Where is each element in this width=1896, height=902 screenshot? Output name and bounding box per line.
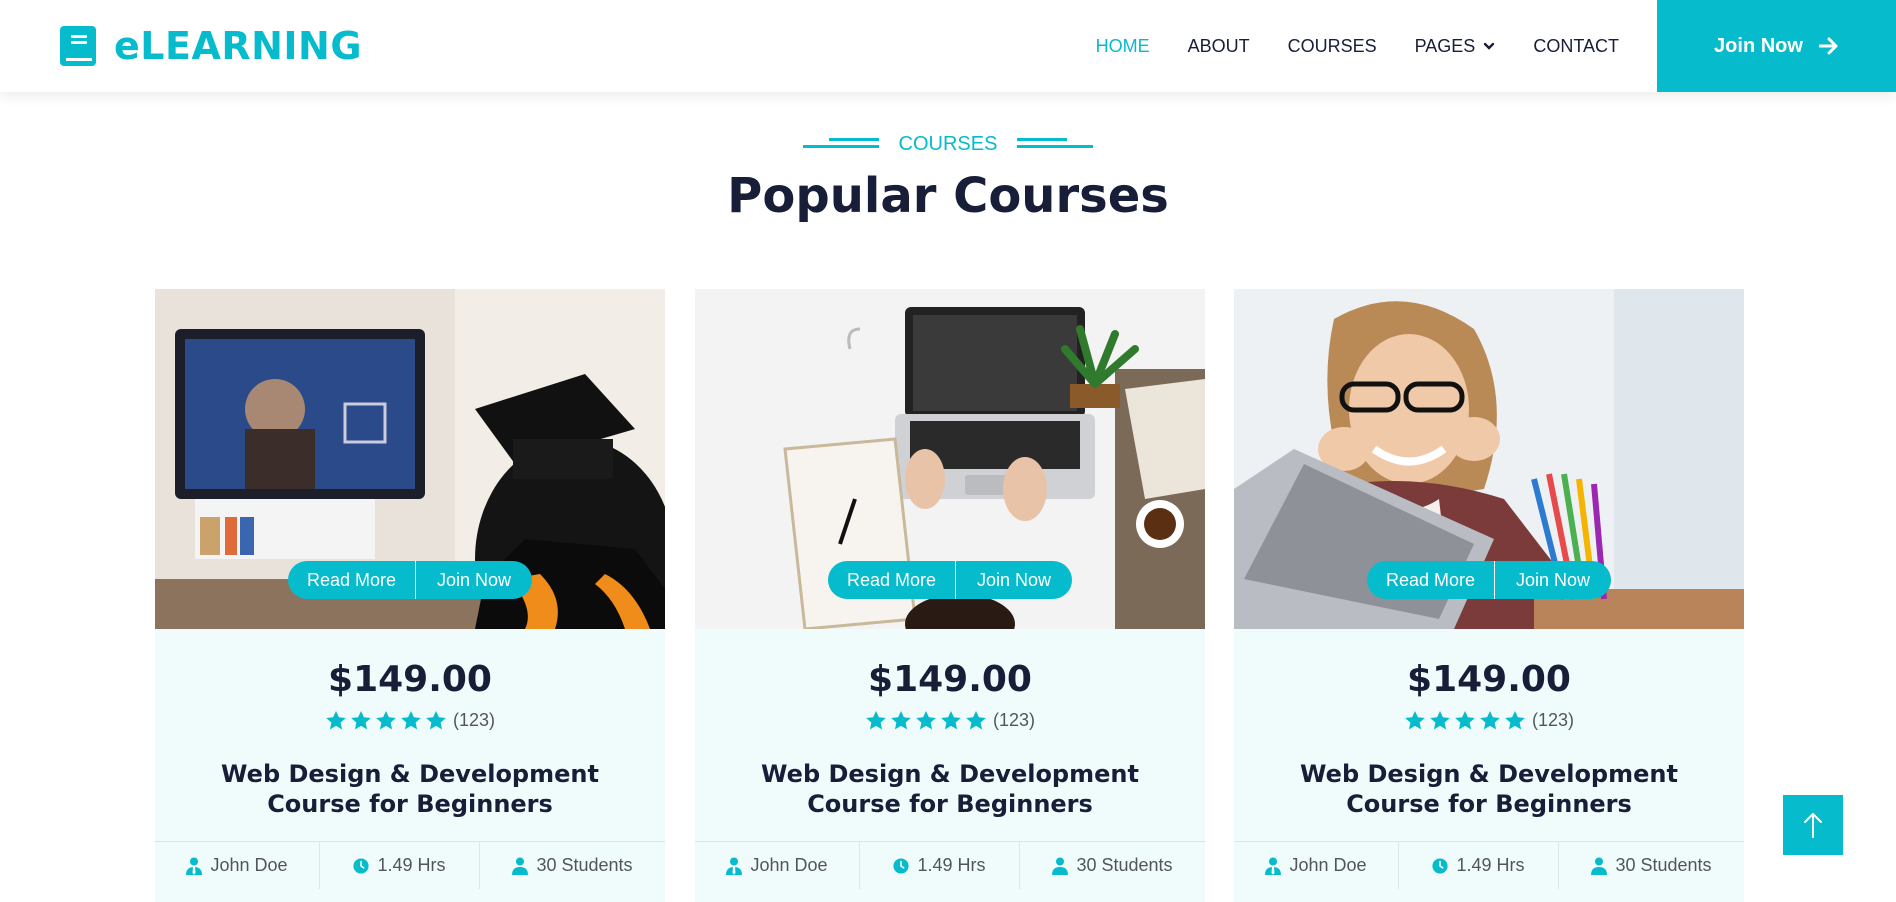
- chevron-down-icon: [1484, 42, 1495, 50]
- course-card: Read More Join Now $149.00 (123) Web Des…: [155, 289, 665, 902]
- back-to-top-button[interactable]: [1783, 795, 1843, 855]
- card-actions: Read More Join Now: [288, 561, 532, 599]
- course-meta: John Doe 1.49 Hrs 30 Students: [1234, 841, 1744, 889]
- read-more-button[interactable]: Read More: [828, 561, 956, 599]
- star-icon: [1455, 711, 1475, 730]
- course-duration: 1.49 Hrs: [1456, 855, 1525, 875]
- card-actions: Read More Join Now: [1367, 561, 1611, 599]
- course-title[interactable]: Web Design & Development Course for Begi…: [695, 759, 1205, 819]
- graduate-watching-tv-photo: Read More Join Now: [155, 289, 665, 629]
- student-count: 30 Students: [536, 855, 633, 875]
- course-title[interactable]: Web Design & Development Course for Begi…: [155, 759, 665, 819]
- nav-home-label: HOME: [1095, 35, 1150, 56]
- nav-contact-label: CONTACT: [1533, 35, 1619, 56]
- student-count: 30 Students: [1076, 855, 1173, 875]
- review-count: (123): [992, 710, 1036, 730]
- arrow-up-icon: [1804, 813, 1822, 838]
- user-icon: [512, 857, 529, 875]
- section-subtitle: COURSES: [0, 133, 1896, 156]
- meta-duration: 1.49 Hrs: [860, 842, 1020, 889]
- meta-students: 30 Students: [480, 842, 665, 889]
- nav-contact[interactable]: CONTACT: [1533, 36, 1619, 57]
- join-now-button[interactable]: Join Now: [1657, 0, 1896, 92]
- star-icon: [1505, 711, 1525, 730]
- student-with-laptop-photo: Read More Join Now: [1234, 289, 1744, 629]
- nav-pages[interactable]: PAGES: [1415, 36, 1496, 57]
- course-meta: John Doe 1.49 Hrs 30 Students: [695, 841, 1205, 889]
- user-tie-icon: [1265, 857, 1282, 875]
- star-icon: [426, 711, 446, 730]
- star-icon: [401, 711, 421, 730]
- user-tie-icon: [186, 857, 203, 875]
- section-subtitle-text: COURSES: [898, 133, 998, 155]
- meta-students: 30 Students: [1020, 842, 1205, 889]
- star-icon: [326, 711, 346, 730]
- decor-lines-right: [1017, 137, 1094, 152]
- star-icon: [891, 711, 911, 730]
- user-tie-icon: [726, 857, 743, 875]
- nav-links: HOME ABOUT COURSES PAGES CONTACT: [1058, 0, 1619, 92]
- star-icon: [966, 711, 986, 730]
- course-price: $149.00: [1407, 659, 1571, 700]
- section-title: Popular Courses: [727, 168, 1169, 224]
- nav-home[interactable]: HOME: [1096, 36, 1150, 57]
- decor-lines-left: [802, 137, 879, 152]
- meta-instructor: John Doe: [695, 842, 860, 889]
- nav-courses[interactable]: COURSES: [1288, 36, 1377, 57]
- review-count: (123): [1531, 710, 1575, 730]
- read-more-button[interactable]: Read More: [1367, 561, 1495, 599]
- star-icon: [1430, 711, 1450, 730]
- course-price: $149.00: [328, 659, 492, 700]
- rating: (123): [695, 710, 1205, 731]
- star-icon: [916, 711, 936, 730]
- join-now-card-button[interactable]: Join Now: [956, 561, 1072, 599]
- star-icon: [941, 711, 961, 730]
- nav-pages-label: PAGES: [1414, 35, 1476, 56]
- star-icon: [351, 711, 371, 730]
- user-icon: [1052, 857, 1069, 875]
- user-icon: [1591, 857, 1608, 875]
- meta-duration: 1.49 Hrs: [320, 842, 480, 889]
- navbar: eLEARNING HOME ABOUT COURSES PAGES CONTA…: [0, 0, 1896, 92]
- rating: (123): [1234, 710, 1744, 731]
- join-now-card-button[interactable]: Join Now: [416, 561, 532, 599]
- join-now-label: Join Now: [1714, 34, 1803, 57]
- clock-icon: [1432, 857, 1449, 874]
- star-icon: [1480, 711, 1500, 730]
- course-title[interactable]: Web Design & Development Course for Begi…: [1234, 759, 1744, 819]
- course-duration: 1.49 Hrs: [377, 855, 446, 875]
- meta-duration: 1.49 Hrs: [1399, 842, 1559, 889]
- instructor-name: John Doe: [210, 855, 288, 875]
- nav-about[interactable]: ABOUT: [1188, 36, 1250, 57]
- course-price: $149.00: [868, 659, 1032, 700]
- clock-icon: [893, 857, 910, 874]
- read-more-button[interactable]: Read More: [288, 561, 416, 599]
- course-card: Read More Join Now $149.00 (123) Web Des…: [1234, 289, 1744, 902]
- arrow-right-icon: [1818, 37, 1838, 55]
- nav-about-label: ABOUT: [1187, 35, 1250, 56]
- star-icon: [376, 711, 396, 730]
- course-duration: 1.49 Hrs: [917, 855, 986, 875]
- book-icon: [60, 26, 96, 66]
- student-count: 30 Students: [1615, 855, 1712, 875]
- course-card: Read More Join Now $149.00 (123) Web Des…: [695, 289, 1205, 902]
- nav-courses-label: COURSES: [1287, 35, 1377, 56]
- course-meta: John Doe 1.49 Hrs 30 Students: [155, 841, 665, 889]
- review-count: (123): [452, 710, 496, 730]
- meta-instructor: John Doe: [155, 842, 320, 889]
- star-icon: [1405, 711, 1425, 730]
- meta-instructor: John Doe: [1234, 842, 1399, 889]
- card-actions: Read More Join Now: [828, 561, 1072, 599]
- meta-students: 30 Students: [1559, 842, 1744, 889]
- star-icon: [866, 711, 886, 730]
- brand-logo[interactable]: eLEARNING: [60, 24, 362, 68]
- instructor-name: John Doe: [750, 855, 828, 875]
- rating: (123): [155, 710, 665, 731]
- instructor-name: John Doe: [1289, 855, 1367, 875]
- laptop-desk-photo: Read More Join Now: [695, 289, 1205, 629]
- brand-name: eLEARNING: [114, 24, 363, 68]
- join-now-card-button[interactable]: Join Now: [1495, 561, 1611, 599]
- clock-icon: [353, 857, 370, 874]
